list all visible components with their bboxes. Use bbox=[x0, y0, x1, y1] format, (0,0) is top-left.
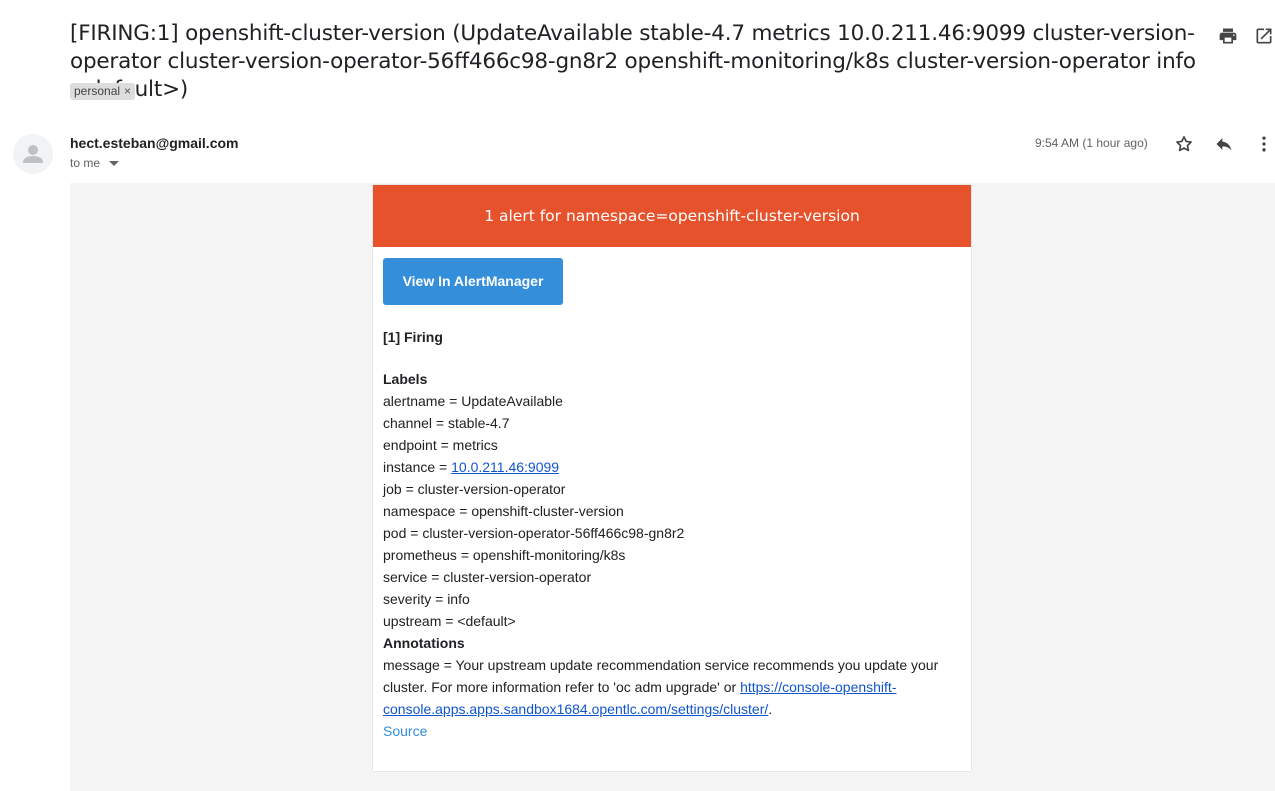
instance-prefix: instance = bbox=[383, 459, 452, 475]
email-subject: [FIRING:1] openshift-cluster-version (Up… bbox=[70, 21, 1196, 102]
label-line: endpoint = metrics bbox=[383, 437, 498, 453]
avatar[interactable] bbox=[13, 134, 53, 174]
firing-heading: [1] Firing bbox=[383, 329, 443, 345]
label-line: namespace = openshift-cluster-version bbox=[383, 503, 624, 519]
avatar-icon bbox=[23, 145, 43, 163]
label-line: service = cluster-version-operator bbox=[383, 569, 592, 585]
reply-icon[interactable] bbox=[1214, 134, 1234, 154]
timestamp: 9:54 AM (1 hour ago) bbox=[1035, 136, 1148, 150]
view-in-alertmanager-button[interactable]: View In AlertManager bbox=[383, 258, 563, 305]
recipient-details[interactable]: to me bbox=[70, 156, 120, 170]
alert-card: 1 alert for namespace=openshift-cluster-… bbox=[372, 184, 972, 772]
recipient-label: to me bbox=[70, 156, 101, 170]
star-icon[interactable] bbox=[1174, 134, 1194, 154]
label-line: job = cluster-version-operator bbox=[383, 481, 566, 497]
sender-email[interactable]: hect.esteban@gmail.com bbox=[70, 135, 238, 151]
label-chip-text: personal bbox=[74, 84, 121, 98]
remove-label-icon[interactable]: × bbox=[124, 84, 131, 98]
label-line: prometheus = openshift-monitoring/k8s bbox=[383, 547, 626, 563]
more-vert-icon[interactable] bbox=[1254, 134, 1274, 154]
label-chip-personal[interactable]: personal × bbox=[70, 83, 136, 100]
labels-heading: Labels bbox=[383, 371, 428, 387]
message-end: . bbox=[768, 701, 773, 717]
label-line: upstream = <default> bbox=[383, 613, 516, 629]
label-line: channel = stable-4.7 bbox=[383, 415, 510, 431]
label-line: alertname = UpdateAvailable bbox=[383, 393, 563, 409]
alert-banner: 1 alert for namespace=openshift-cluster-… bbox=[373, 185, 971, 247]
annotations-heading: Annotations bbox=[383, 635, 465, 651]
open-in-new-window-icon[interactable] bbox=[1254, 26, 1274, 46]
source-link[interactable]: Source bbox=[383, 723, 427, 739]
annotation-message: message = Your upstream update recommend… bbox=[383, 654, 953, 720]
label-line: severity = info bbox=[383, 591, 470, 607]
chevron-down-icon[interactable] bbox=[109, 160, 120, 167]
instance-link[interactable]: 10.0.211.46:9099 bbox=[451, 459, 559, 475]
label-line-instance: instance = 10.0.211.46:9099 bbox=[383, 456, 953, 478]
alert-details: [1] Firing Labels alertname = UpdateAvai… bbox=[383, 326, 953, 742]
label-line: pod = cluster-version-operator-56ff466c9… bbox=[383, 525, 685, 541]
print-icon[interactable] bbox=[1218, 26, 1238, 46]
